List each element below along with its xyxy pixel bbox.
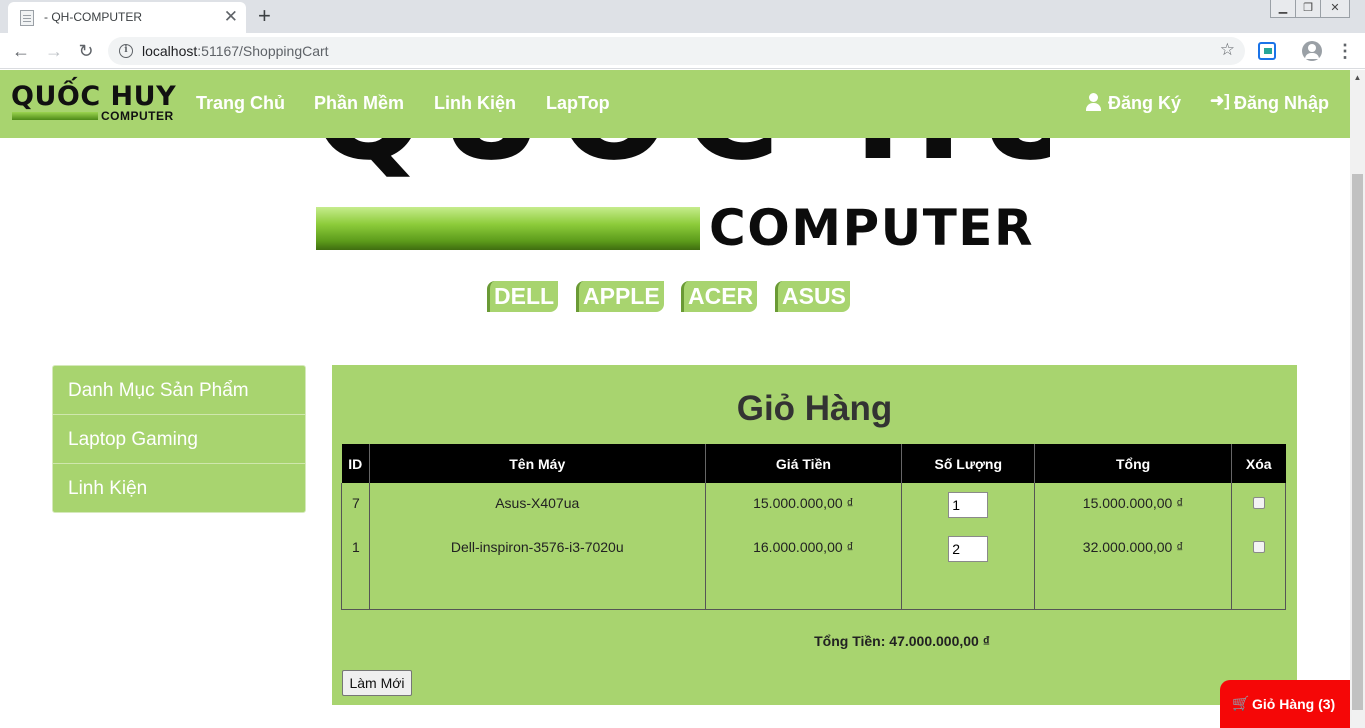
scrollbar-thumb[interactable] bbox=[1352, 174, 1363, 710]
page-scrollbar[interactable]: ▲ bbox=[1350, 70, 1365, 728]
browser-toolbar: ← → ↻ i localhost:51167/ShoppingCart ☆ ⋮ bbox=[0, 33, 1365, 69]
column-header-id: ID bbox=[341, 444, 370, 483]
cart-icon: 🛒 bbox=[1232, 695, 1250, 711]
cell-total: 15.000.000,00 ₫ bbox=[1034, 483, 1232, 527]
browser-menu-icon[interactable]: ⋮ bbox=[1336, 39, 1354, 63]
address-bar[interactable]: i localhost:51167/ShoppingCart ☆ bbox=[108, 37, 1245, 65]
refresh-button[interactable]: Làm Mới bbox=[342, 670, 412, 696]
browser-tab[interactable]: - QH-COMPUTER ✕ bbox=[8, 2, 246, 33]
spacer-cell bbox=[1034, 571, 1232, 610]
logo-title: QUỐC HUY bbox=[11, 81, 177, 112]
login-icon[interactable]: ➜] bbox=[1210, 92, 1230, 110]
cell-id: 7 bbox=[341, 483, 370, 527]
site-logo[interactable]: QUỐC HUY COMPUTER bbox=[11, 82, 181, 126]
register-link[interactable]: Đăng Ký bbox=[1108, 93, 1181, 114]
sidebar-item-components[interactable]: Linh Kiện bbox=[53, 464, 305, 513]
shopping-cart-panel: Giỏ Hàng ID Tên Máy Giá Tiền Số Lượng Tổ… bbox=[332, 365, 1297, 705]
cell-name: Dell-inspiron-3576-i3-7020u bbox=[368, 527, 706, 571]
column-header-quantity: Số Lượng bbox=[901, 444, 1036, 483]
column-header-price: Giá Tiền bbox=[705, 444, 903, 483]
cell-quantity bbox=[901, 527, 1036, 571]
floating-cart-button[interactable]: 🛒 Giỏ Hàng (3) bbox=[1220, 680, 1350, 728]
brand-button-dell[interactable]: DELL bbox=[487, 281, 559, 312]
page-viewport: QUỐC HUY COMPUTER Trang Chủ Phần Mềm Lin… bbox=[0, 70, 1350, 728]
reload-icon[interactable]: ↻ bbox=[74, 39, 98, 63]
table-row: 1 Dell-inspiron-3576-i3-7020u 16.000.000… bbox=[341, 527, 1286, 571]
banner-green-bar bbox=[316, 207, 700, 250]
cell-price: 15.000.000,00 ₫ bbox=[704, 483, 903, 527]
nav-link-home[interactable]: Trang Chủ bbox=[196, 93, 285, 114]
brand-button-asus[interactable]: ASUS bbox=[775, 281, 850, 312]
logo-bar bbox=[12, 112, 98, 120]
cell-name: Asus-X407ua bbox=[368, 483, 706, 527]
brand-button-acer[interactable]: ACER bbox=[681, 281, 758, 312]
cart-title: Giỏ Hàng bbox=[736, 389, 893, 428]
grand-total: Tổng Tiền: 47.000.000,00 ₫ bbox=[814, 633, 990, 649]
bookmark-star-icon[interactable]: ☆ bbox=[1220, 40, 1235, 60]
nav-link-components[interactable]: Linh Kiện bbox=[434, 93, 516, 114]
url-host: localhost bbox=[142, 43, 198, 59]
window-close-icon[interactable]: ✕ bbox=[1320, 0, 1350, 18]
quantity-input[interactable] bbox=[948, 492, 989, 518]
cell-quantity bbox=[901, 483, 1036, 527]
top-navbar: QUỐC HUY COMPUTER Trang Chủ Phần Mềm Lin… bbox=[0, 70, 1350, 138]
url-text[interactable]: localhost:51167/ShoppingCart bbox=[142, 43, 329, 59]
floating-cart-label: Giỏ Hàng (3) bbox=[1252, 696, 1336, 712]
spacer-cell bbox=[368, 571, 706, 610]
extension-icon[interactable] bbox=[1258, 42, 1276, 60]
tab-title: - QH-COMPUTER bbox=[44, 10, 142, 24]
spacer-cell bbox=[901, 571, 1036, 610]
user-icon[interactable] bbox=[1085, 93, 1103, 111]
cell-delete bbox=[1231, 483, 1286, 527]
restore-icon[interactable]: ❐ bbox=[1295, 0, 1321, 18]
new-tab-button[interactable]: + bbox=[258, 3, 271, 29]
table-row: 7 Asus-X407ua 15.000.000,00 ₫ 15.000.000… bbox=[341, 483, 1286, 527]
cell-price: 16.000.000,00 ₫ bbox=[704, 527, 903, 571]
brand-button-apple[interactable]: APPLE bbox=[576, 281, 664, 312]
url-path: :51167/ShoppingCart bbox=[197, 43, 329, 59]
browser-tabstrip: - QH-COMPUTER ✕ + ▁ ❐ ✕ bbox=[0, 0, 1365, 33]
profile-avatar-icon[interactable] bbox=[1302, 41, 1322, 61]
cell-id: 1 bbox=[341, 527, 370, 571]
delete-checkbox[interactable] bbox=[1252, 541, 1265, 553]
table-header-row: ID Tên Máy Giá Tiền Số Lượng Tổng Xóa bbox=[341, 444, 1286, 483]
category-sidebar: Danh Mục Sản Phẩm Laptop Gaming Linh Kiệ… bbox=[52, 365, 306, 513]
login-link[interactable]: Đăng Nhập bbox=[1234, 93, 1329, 114]
spacer-cell bbox=[704, 571, 903, 610]
delete-checkbox[interactable] bbox=[1252, 497, 1265, 509]
scroll-up-arrow-icon[interactable]: ▲ bbox=[1350, 70, 1365, 85]
column-header-delete: Xóa bbox=[1231, 444, 1286, 483]
cell-delete bbox=[1231, 527, 1286, 571]
forward-icon[interactable]: → bbox=[42, 39, 66, 63]
spacer-cell bbox=[1231, 571, 1286, 610]
column-header-total: Tổng bbox=[1034, 444, 1232, 483]
page-icon bbox=[20, 10, 34, 26]
column-header-name: Tên Máy bbox=[369, 444, 706, 483]
spacer-cell bbox=[341, 571, 370, 610]
sidebar-item-categories[interactable]: Danh Mục Sản Phẩm bbox=[53, 366, 305, 415]
cell-total: 32.000.000,00 ₫ bbox=[1034, 527, 1232, 571]
quantity-input[interactable] bbox=[948, 536, 989, 562]
logo-subtitle: COMPUTER bbox=[101, 109, 174, 123]
cart-table: ID Tên Máy Giá Tiền Số Lượng Tổng Xóa 7 … bbox=[341, 444, 1286, 610]
back-icon[interactable]: ← bbox=[9, 39, 33, 63]
info-icon[interactable]: i bbox=[119, 44, 133, 58]
nav-link-laptop[interactable]: LapTop bbox=[546, 93, 610, 114]
sidebar-item-laptop-gaming[interactable]: Laptop Gaming bbox=[53, 415, 305, 464]
close-icon[interactable]: ✕ bbox=[224, 7, 238, 27]
minimize-icon[interactable]: ▁ bbox=[1270, 0, 1296, 18]
table-spacer-row bbox=[341, 571, 1286, 610]
banner-subtitle: COMPUTER bbox=[709, 199, 1034, 255]
nav-link-software[interactable]: Phần Mềm bbox=[314, 93, 404, 114]
